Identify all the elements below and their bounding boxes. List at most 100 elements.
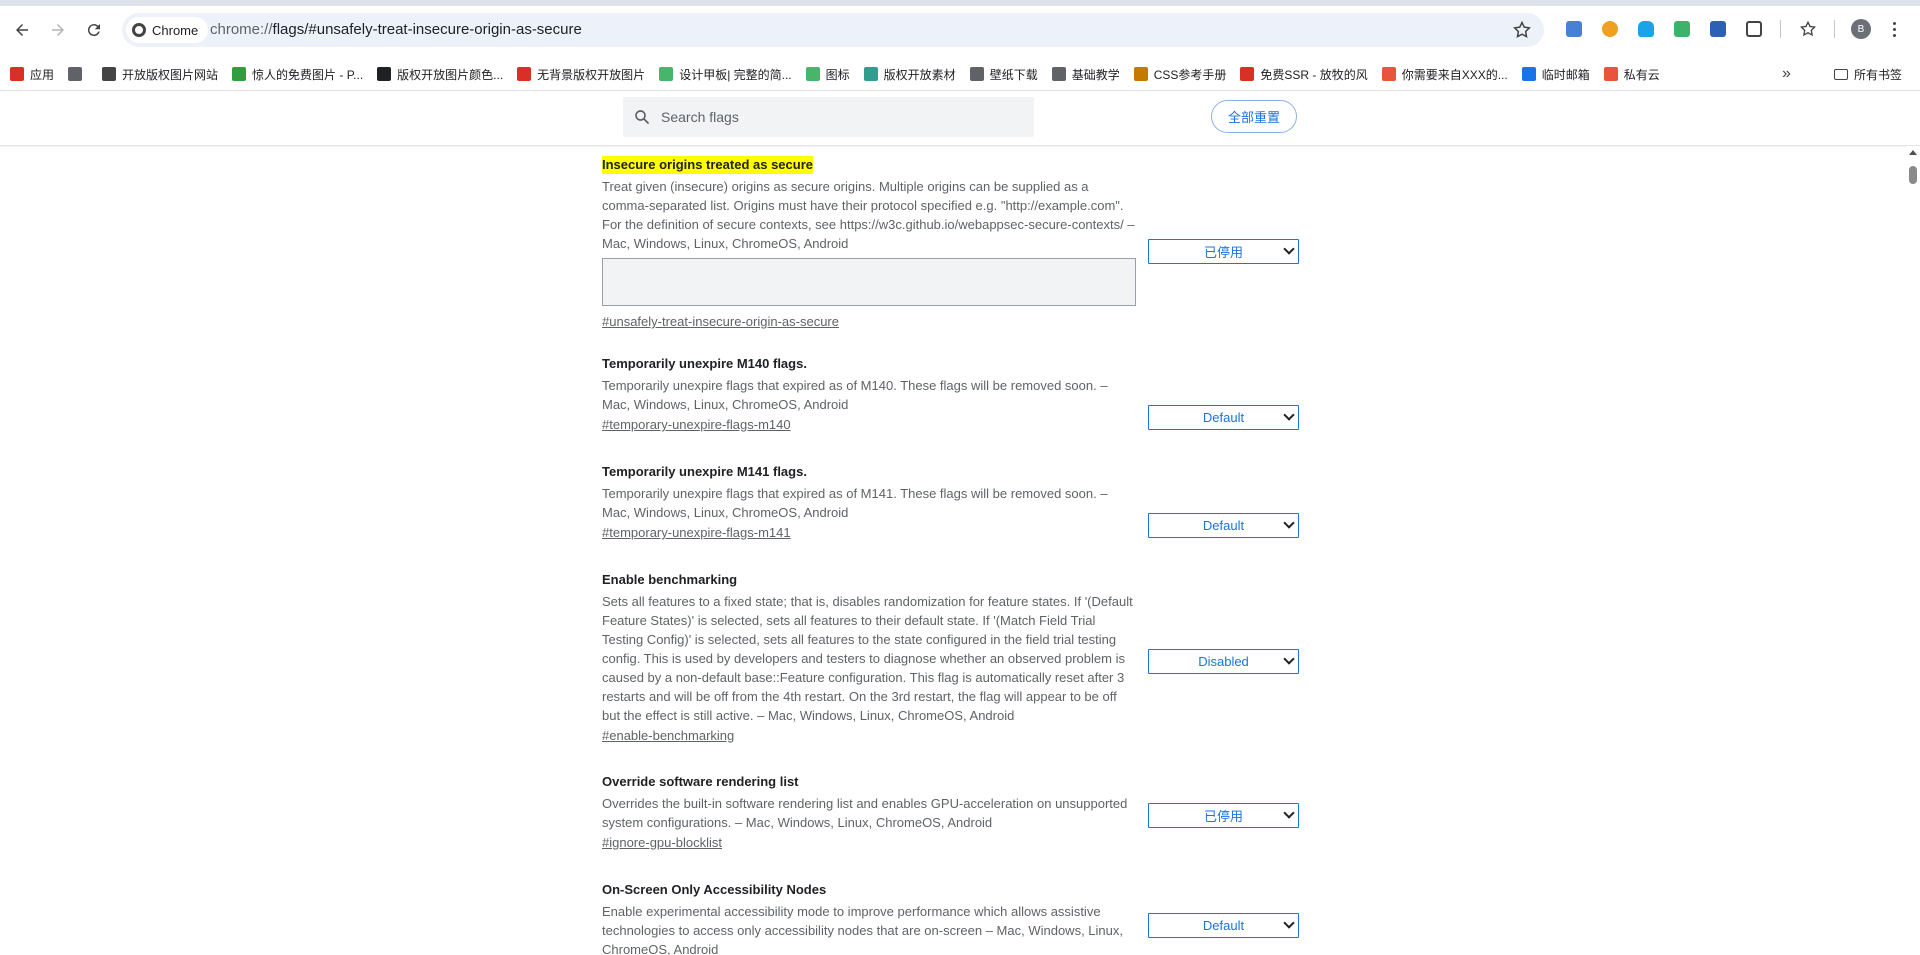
bookmark-item[interactable]: 你需要来自XXX的... bbox=[1381, 66, 1508, 83]
star-outline-icon bbox=[1799, 20, 1817, 37]
url-host: chrome:// bbox=[210, 21, 273, 38]
site-info-chip[interactable]: Chrome bbox=[126, 17, 209, 43]
bookmark-item[interactable]: 版权开放素材 bbox=[863, 66, 956, 83]
chip-label: Chrome bbox=[152, 22, 199, 38]
bookmark-item[interactable]: 图标 bbox=[805, 66, 850, 83]
flag-state-value: 已停用 bbox=[1203, 245, 1243, 260]
bookmark-label: 应用 bbox=[30, 67, 55, 82]
plus-extension-icon[interactable] bbox=[1670, 17, 1694, 41]
origins-textarea[interactable] bbox=[602, 258, 1136, 306]
kebab-menu-icon[interactable] bbox=[1886, 18, 1902, 40]
bookmark-label: 惊人的免费图片 - P... bbox=[252, 67, 364, 82]
reload-icon bbox=[87, 24, 100, 37]
all-bookmarks-button[interactable]: 所有书签 bbox=[1834, 58, 1902, 90]
scroll-thumb[interactable] bbox=[1909, 166, 1917, 184]
bookmark-label: 壁纸下载 bbox=[989, 67, 1038, 82]
flag-description: Enable experimental accessibility mode t… bbox=[602, 904, 1123, 955]
flag-entry: Enable benchmarking Sets all features to … bbox=[602, 571, 1302, 745]
bookmark-item[interactable]: 应用 bbox=[10, 66, 54, 83]
bookmark-label: 设计甲板| 完整的简... bbox=[679, 67, 792, 82]
chevron-down-icon bbox=[1283, 409, 1295, 421]
bookmark-label: 免费SSR - 放牧的风 bbox=[1260, 67, 1368, 82]
bookmark-favicon-icon bbox=[68, 67, 83, 81]
flag-anchor-link[interactable]: #temporary-unexpire-flags-m141 bbox=[602, 524, 791, 542]
flag-entry: Insecure origins treated as secure Treat … bbox=[602, 156, 1302, 331]
flag-anchor-link[interactable]: #ignore-gpu-blocklist bbox=[602, 834, 722, 852]
translate-extension-icon[interactable] bbox=[1562, 17, 1586, 41]
flag-state-value: Default bbox=[1202, 518, 1245, 533]
bookmark-favicon-icon bbox=[1381, 67, 1396, 81]
bookmark-label: 临时邮箱 bbox=[1541, 67, 1590, 82]
flag-state-select[interactable]: 已停用 bbox=[1148, 803, 1299, 828]
flag-title: Temporarily unexpire M140 flags. bbox=[602, 356, 807, 371]
back-button[interactable] bbox=[8, 16, 36, 44]
arrow-left-icon bbox=[16, 24, 28, 36]
bookmark-item[interactable]: 版权开放图片颜色... bbox=[377, 66, 503, 83]
chevron-down-icon bbox=[1283, 807, 1295, 819]
forward-button[interactable] bbox=[44, 16, 72, 44]
flag-title: On-Screen Only Accessibility Nodes bbox=[602, 882, 827, 897]
ghost-extension-icon[interactable] bbox=[1634, 17, 1658, 41]
chevron-down-icon bbox=[1283, 653, 1295, 665]
reading-list-icon[interactable] bbox=[1796, 17, 1820, 41]
chrome-logo-icon bbox=[132, 23, 146, 37]
bookmark-item[interactable]: 设计甲板| 完整的简... bbox=[659, 66, 792, 83]
flag-entry: Temporarily unexpire M140 flags. Temporar… bbox=[602, 355, 1302, 434]
flag-state-select[interactable]: Default bbox=[1148, 405, 1299, 430]
bookmark-item[interactable]: CSS参考手册 bbox=[1133, 66, 1227, 83]
bookmark-item[interactable]: 无背景版权开放图片 bbox=[517, 66, 645, 83]
bookmark-item[interactable]: 临时邮箱 bbox=[1521, 66, 1590, 83]
bookmarks-bar: 应用 开放版权图片网站 惊人的免费图片 - P... 版权开放图片颜色... 无背景版权… bbox=[0, 58, 1920, 90]
bookmark-label: CSS参考手册 bbox=[1153, 67, 1227, 82]
flag-entry: On-Screen Only Accessibility Nodes Enable… bbox=[602, 881, 1302, 955]
screenshot-extension-icon[interactable] bbox=[1706, 17, 1730, 41]
reload-button[interactable] bbox=[80, 16, 108, 44]
bookmark-favicon-icon bbox=[1521, 67, 1536, 81]
flags-list: Insecure origins treated as secure Treat … bbox=[0, 146, 1906, 955]
flag-state-value: Disabled bbox=[1198, 654, 1249, 669]
bookmark-item[interactable]: 免费SSR - 放牧的风 bbox=[1240, 66, 1368, 83]
toolbar-separator bbox=[1780, 20, 1781, 38]
reset-all-button[interactable]: 全部重置 bbox=[1211, 100, 1297, 133]
bookmark-item[interactable]: 惊人的免费图片 - P... bbox=[232, 66, 363, 83]
bookmark-favicon-icon bbox=[232, 67, 247, 81]
bookmark-item[interactable]: 开放版权图片网站 bbox=[102, 66, 218, 83]
bookmark-item[interactable]: 基础教学 bbox=[1051, 66, 1120, 83]
flag-anchor-link[interactable]: #unsafely-treat-insecure-origin-as-secur… bbox=[602, 313, 839, 331]
flag-state-select[interactable]: Default bbox=[1148, 513, 1299, 538]
browser-toolbar: Chrome chrome://flags/#unsafely-treat-in… bbox=[0, 0, 1920, 58]
flag-anchor-link[interactable]: #temporary-unexpire-flags-m140 bbox=[602, 416, 791, 434]
flag-description: Overrides the built-in software renderin… bbox=[602, 796, 1128, 830]
bookmark-favicon-icon bbox=[10, 67, 24, 81]
bookmark-favicon-icon bbox=[805, 67, 820, 81]
flag-state-value: Default bbox=[1202, 918, 1245, 933]
extensions-puzzle-icon[interactable] bbox=[1742, 17, 1766, 41]
flag-state-select[interactable]: Disabled bbox=[1148, 649, 1299, 674]
flag-anchor-link[interactable]: #enable-benchmarking bbox=[602, 727, 734, 745]
flag-title: Insecure origins treated as secure bbox=[602, 156, 813, 174]
star-icon[interactable] bbox=[1512, 20, 1532, 40]
bookmark-item[interactable] bbox=[68, 67, 88, 81]
bookmark-favicon-icon bbox=[1051, 67, 1066, 81]
search-flags-input[interactable] bbox=[661, 109, 1021, 125]
bookmark-item[interactable]: 私有云 bbox=[1603, 66, 1660, 83]
search-box[interactable] bbox=[623, 97, 1034, 137]
url-text[interactable]: chrome://flags/#unsafely-treat-insecure-… bbox=[210, 21, 582, 38]
flag-state-select[interactable]: Default bbox=[1148, 913, 1299, 938]
flag-description: Temporarily unexpire flags that expired … bbox=[602, 486, 1108, 520]
flag-title: Override software rendering list bbox=[602, 774, 799, 789]
flag-description: Treat given (insecure) origins as secure… bbox=[602, 179, 1135, 251]
folder-icon bbox=[1834, 68, 1848, 80]
profile-avatar[interactable]: B bbox=[1851, 19, 1871, 39]
scroll-up-arrow-icon[interactable] bbox=[1909, 150, 1917, 155]
flag-description: Temporarily unexpire flags that expired … bbox=[602, 378, 1108, 412]
flag-description: Sets all features to a fixed state; that… bbox=[602, 594, 1133, 723]
flag-title: Temporarily unexpire M141 flags. bbox=[602, 464, 807, 479]
address-bar[interactable]: Chrome chrome://flags/#unsafely-treat-in… bbox=[122, 13, 1544, 47]
flag-state-value: Default bbox=[1202, 410, 1245, 425]
page-scrollbar[interactable] bbox=[1906, 146, 1920, 955]
bookmark-item[interactable]: 壁纸下载 bbox=[969, 66, 1038, 83]
speed-extension-icon[interactable] bbox=[1598, 17, 1622, 41]
flag-state-select[interactable]: 已停用 bbox=[1148, 239, 1299, 264]
bookmarks-overflow-button[interactable]: » bbox=[1782, 58, 1791, 90]
